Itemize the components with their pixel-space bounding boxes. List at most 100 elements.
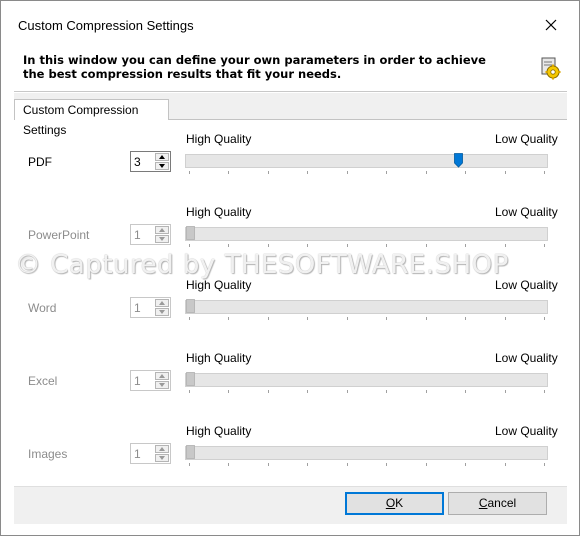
slider-ticks xyxy=(185,390,548,394)
ok-button[interactable]: OK xyxy=(345,492,444,515)
stepper-value: 3 xyxy=(134,155,141,169)
quality-stepper[interactable]: 1 xyxy=(130,297,171,318)
title-bar: Custom Compression Settings xyxy=(1,1,579,49)
window-title: Custom Compression Settings xyxy=(18,18,194,33)
slider-tick xyxy=(189,244,190,247)
tab-content: High Quality Low Quality PDF 3 High Quality L… xyxy=(14,119,567,486)
chevron-down-icon[interactable] xyxy=(155,308,169,316)
quality-stepper[interactable]: 1 xyxy=(130,224,171,245)
slider-thumb[interactable] xyxy=(186,372,195,387)
tab-custom-compression-settings[interactable]: Custom Compression Settings xyxy=(14,99,169,137)
slider-tick xyxy=(347,244,348,247)
slider-tick xyxy=(426,390,427,393)
button-bar: OK Cancel xyxy=(14,486,567,524)
slider-tick xyxy=(228,244,229,247)
cancel-button[interactable]: Cancel xyxy=(448,492,547,515)
settings-gear-icon xyxy=(541,57,561,80)
slider-tick xyxy=(307,463,308,466)
slider-tick xyxy=(307,171,308,174)
slider-tick xyxy=(307,390,308,393)
ok-button-label: K xyxy=(395,496,404,510)
slider-tick xyxy=(307,244,308,247)
slider-tick xyxy=(228,171,229,174)
slider-thumb[interactable] xyxy=(186,445,195,460)
high-quality-label: High Quality xyxy=(186,205,252,219)
slider-tick xyxy=(505,463,506,466)
slider-tick xyxy=(426,317,427,320)
chevron-down-icon[interactable] xyxy=(155,381,169,389)
stepper-value: 1 xyxy=(134,228,141,242)
slider-thumb[interactable] xyxy=(186,226,195,241)
high-quality-label: High Quality xyxy=(186,424,252,438)
slider-tick xyxy=(544,390,545,393)
slider-tick xyxy=(347,463,348,466)
quality-stepper[interactable]: 1 xyxy=(130,370,171,391)
slider-tick xyxy=(268,171,269,174)
slider-tick xyxy=(189,171,190,174)
stepper-arrows xyxy=(155,153,169,170)
slider-tick xyxy=(426,463,427,466)
low-quality-label: Low Quality xyxy=(495,205,558,219)
chevron-up-icon[interactable] xyxy=(155,299,169,307)
high-quality-label: High Quality xyxy=(186,132,252,146)
slider-tick xyxy=(465,463,466,466)
quality-slider[interactable] xyxy=(185,299,548,314)
chevron-down-icon[interactable] xyxy=(155,235,169,243)
slider-tick xyxy=(465,317,466,320)
slider-tick xyxy=(268,244,269,247)
slider-tick xyxy=(544,244,545,247)
chevron-down-icon[interactable] xyxy=(155,454,169,462)
format-label: Excel xyxy=(28,374,58,388)
high-quality-label: High Quality xyxy=(186,351,252,365)
low-quality-label: Low Quality xyxy=(495,351,558,365)
cancel-button-label: ancel xyxy=(487,496,517,510)
slider-tick xyxy=(268,390,269,393)
chevron-up-icon[interactable] xyxy=(155,226,169,234)
low-quality-label: Low Quality xyxy=(495,424,558,438)
slider-tick xyxy=(505,171,506,174)
slider-tick xyxy=(386,463,387,466)
description-line-2: the best compression results that fit yo… xyxy=(23,67,342,81)
quality-slider[interactable] xyxy=(185,372,548,387)
slider-tick xyxy=(505,390,506,393)
slider-tick xyxy=(465,244,466,247)
compression-row-word: High Quality Low Quality Word 1 xyxy=(14,270,567,343)
low-quality-label: Low Quality xyxy=(495,132,558,146)
format-label: Word xyxy=(28,301,57,315)
slider-thumb[interactable] xyxy=(454,153,463,168)
slider-tick xyxy=(189,390,190,393)
slider-thumb[interactable] xyxy=(186,299,195,314)
quality-slider[interactable] xyxy=(185,445,548,460)
quality-slider[interactable] xyxy=(185,226,548,241)
close-button[interactable] xyxy=(537,13,565,37)
quality-stepper[interactable]: 1 xyxy=(130,443,171,464)
chevron-down-icon[interactable] xyxy=(155,162,169,170)
quality-stepper[interactable]: 3 xyxy=(130,151,171,172)
stepper-value: 1 xyxy=(134,374,141,388)
slider-tick xyxy=(386,244,387,247)
ok-button-mnemonic: O xyxy=(385,496,396,510)
slider-tick xyxy=(505,317,506,320)
slider-ticks xyxy=(185,317,548,321)
slider-ticks xyxy=(185,171,548,175)
quality-slider[interactable] xyxy=(185,153,548,168)
format-label: Images xyxy=(28,447,68,461)
slider-tick xyxy=(386,171,387,174)
tab-control: Custom Compression Settings High Quality… xyxy=(14,93,567,486)
slider-tick xyxy=(228,390,229,393)
slider-tick xyxy=(307,317,308,320)
stepper-arrows xyxy=(155,372,169,389)
chevron-up-icon[interactable] xyxy=(155,445,169,453)
slider-tick xyxy=(268,317,269,320)
format-label: PowerPoint xyxy=(28,228,90,242)
custom-compression-dialog: Custom Compression Settings In this wind… xyxy=(0,0,580,536)
chevron-up-icon[interactable] xyxy=(155,153,169,161)
chevron-up-icon[interactable] xyxy=(155,372,169,380)
compression-row-pdf: High Quality Low Quality PDF 3 xyxy=(14,124,567,197)
stepper-arrows xyxy=(155,299,169,316)
compression-row-powerpoint: High Quality Low Quality PowerPoint 1 xyxy=(14,197,567,270)
slider-tick xyxy=(228,463,229,466)
stepper-value: 1 xyxy=(134,447,141,461)
slider-tick xyxy=(426,244,427,247)
slider-tick xyxy=(347,390,348,393)
